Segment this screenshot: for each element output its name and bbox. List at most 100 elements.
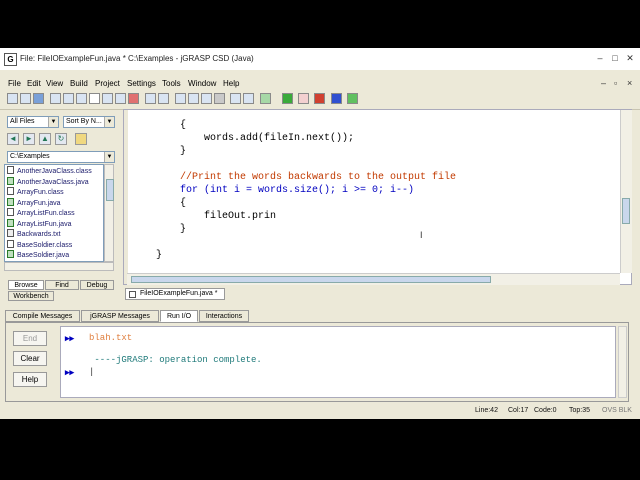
output-vertical-scrollbar[interactable] — [618, 326, 627, 398]
text-cursor-icon: I — [420, 230, 423, 240]
java-file-icon — [129, 291, 136, 298]
menu-tools[interactable]: Tools — [162, 79, 181, 88]
file-filter-select[interactable]: All Files ▼ — [7, 116, 59, 128]
file-list-item[interactable]: ArrayFun.class — [7, 187, 64, 197]
workbench-icon[interactable] — [260, 93, 271, 104]
file-list-item[interactable]: ArrayFun.java — [7, 197, 61, 208]
file-name: ArrayListFun.java — [17, 220, 72, 228]
code-line: { — [132, 120, 187, 131]
file-list-item[interactable]: AnotherJavaClass.java — [7, 176, 89, 187]
status-bar: Line:42 Col:17 Code:0 Top:35 OVS BLK — [0, 404, 640, 418]
interactions-gear-icon[interactable] — [314, 93, 325, 104]
generate-csd-icon[interactable] — [76, 93, 87, 104]
folder-icon[interactable] — [75, 133, 87, 145]
document-icon[interactable] — [230, 93, 241, 104]
menu-build[interactable]: Build — [70, 79, 88, 88]
run-output-area[interactable]: ▸▸ blah.txt ----jGRASP: operation comple… — [60, 326, 616, 398]
tab-workbench[interactable]: Workbench — [8, 291, 54, 301]
inner-minimize-icon[interactable]: – — [601, 78, 606, 88]
undo-icon[interactable] — [128, 93, 139, 104]
file-list-item[interactable]: BaseSoldier.java — [7, 250, 69, 260]
compile-icon[interactable] — [158, 93, 169, 104]
print-icon[interactable] — [63, 93, 74, 104]
help-button[interactable]: Help — [13, 372, 47, 387]
clear-button[interactable]: Clear — [13, 351, 47, 366]
save-all-icon[interactable] — [50, 93, 61, 104]
file-list-horizontal-scrollbar[interactable] — [4, 262, 114, 271]
tab-browse[interactable]: Browse — [8, 280, 44, 290]
file-name: ArrayFun.java — [17, 199, 61, 207]
code-editor[interactable]: { words.add(fileIn.next()); } //Print th… — [123, 109, 632, 285]
inner-close-icon[interactable]: × — [627, 78, 632, 88]
paste-icon[interactable] — [115, 93, 126, 104]
menu-project[interactable]: Project — [95, 79, 120, 88]
book-icon[interactable] — [243, 93, 254, 104]
output-line: blah.txt — [89, 333, 133, 343]
up-folder-icon[interactable]: ▲ — [39, 133, 51, 145]
code-line: } — [132, 250, 163, 261]
code-line-cursor: fileOut.prin — [132, 211, 277, 222]
window-title: File: FileIOExampleFun.java * C:\Example… — [20, 54, 254, 63]
back-arrow-icon[interactable]: ◄ — [7, 133, 19, 145]
green-square-icon[interactable] — [347, 93, 358, 104]
editor-vertical-scrollbar[interactable] — [620, 110, 632, 273]
browse-docs-icon[interactable] — [201, 93, 212, 104]
status-top: Top:35 — [569, 407, 591, 414]
inner-restore-icon[interactable]: ▫ — [614, 78, 617, 88]
file-name: AnotherJavaClass.java — [17, 178, 89, 186]
document-tab-fileioexamplefun[interactable]: FileIOExampleFun.java * — [125, 288, 225, 300]
refresh-icon[interactable]: ↻ — [55, 133, 67, 145]
menu-file[interactable]: File — [8, 79, 21, 88]
cut-icon[interactable] — [89, 93, 100, 104]
editor-horizontal-scrollbar[interactable] — [127, 273, 620, 285]
file-name: AnotherJavaClass.class — [17, 168, 92, 175]
file-list-vertical-scrollbar[interactable] — [104, 164, 114, 262]
add-plus-icon[interactable] — [282, 93, 293, 104]
end-button[interactable]: End — [13, 331, 47, 346]
save-icon[interactable] — [33, 93, 44, 104]
menu-window[interactable]: Window — [188, 79, 216, 88]
tab-compile-messages[interactable]: Compile Messages — [5, 310, 80, 322]
menu-edit[interactable]: Edit — [27, 79, 41, 88]
tab-debug[interactable]: Debug — [80, 280, 114, 290]
find-icon[interactable] — [145, 93, 156, 104]
run-io-panel: End Clear Help ▸▸ blah.txt ----jGRASP: o… — [5, 322, 629, 402]
minimize-button[interactable]: – — [593, 53, 607, 63]
file-list-item[interactable]: Backwards.txt — [7, 229, 61, 239]
step-figure-icon[interactable] — [298, 93, 309, 104]
code-line: { — [132, 198, 187, 209]
code-area[interactable]: { words.add(fileIn.next()); } //Print th… — [124, 110, 614, 270]
copy-icon[interactable] — [102, 93, 113, 104]
tab-find[interactable]: Find — [45, 280, 79, 290]
tab-interactions[interactable]: Interactions — [199, 310, 249, 322]
chevron-down-icon: ▼ — [104, 117, 114, 127]
jgrasp-app-icon: G — [4, 53, 17, 66]
file-list-item[interactable]: BaseSoldier.class — [7, 239, 72, 250]
java-file-icon — [7, 197, 14, 206]
maximize-button[interactable]: □ — [608, 53, 622, 63]
debug-icon[interactable] — [214, 93, 225, 104]
sort-select[interactable]: Sort By N... ▼ — [63, 116, 115, 128]
menu-help[interactable]: Help — [223, 79, 239, 88]
file-list-item[interactable]: ArrayListFun.java — [7, 218, 72, 229]
status-line: Line:42 — [475, 407, 498, 414]
input-caret: | — [89, 367, 95, 377]
file-list-item[interactable]: ArrayListFun.class — [7, 208, 75, 218]
page-icon[interactable] — [188, 93, 199, 104]
forward-arrow-icon[interactable]: ► — [23, 133, 35, 145]
open-file-icon[interactable] — [20, 93, 31, 104]
menu-settings[interactable]: Settings — [127, 79, 156, 88]
file-list-item[interactable]: AnotherJavaClass.class — [7, 166, 92, 176]
code-comment-line: //Print the words backwards to the outpu… — [132, 172, 457, 183]
tab-jgrasp-messages[interactable]: jGRASP Messages — [81, 310, 159, 322]
close-button[interactable]: ✕ — [623, 53, 637, 63]
tab-run-io[interactable]: Run I/O — [160, 310, 198, 322]
directory-path-select[interactable]: C:\Examples ▼ — [7, 151, 115, 163]
class-file-icon — [7, 208, 14, 216]
run-icon[interactable] — [175, 93, 186, 104]
input-prompt-icon: ▸▸ — [65, 367, 75, 377]
menu-view[interactable]: View — [46, 79, 63, 88]
blue-square-icon[interactable] — [331, 93, 342, 104]
class-file-icon — [7, 187, 14, 195]
new-file-icon[interactable] — [7, 93, 18, 104]
